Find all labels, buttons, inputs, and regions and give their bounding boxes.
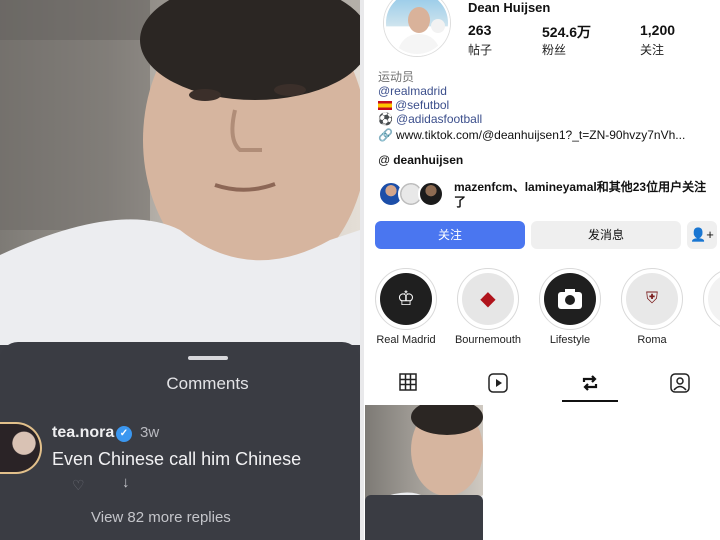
video-frame bbox=[0, 0, 360, 345]
link-icon: 🔗 bbox=[378, 128, 393, 142]
comment-text: Even Chinese call him Chinese bbox=[52, 449, 302, 469]
profile-avatar[interactable] bbox=[384, 0, 450, 56]
mutual-avatar bbox=[418, 181, 444, 207]
cherry-crest-icon: ◆ bbox=[462, 273, 514, 325]
following-count[interactable]: 1,200 bbox=[640, 22, 675, 38]
comments-sheet: Comments tea.nora ✓ 3w Even Chinese call… bbox=[0, 342, 360, 540]
soccer-ball-icon: ⚽ bbox=[378, 112, 393, 126]
bio-mention-sefutbol[interactable]: @sefutbol bbox=[378, 98, 449, 112]
threads-handle[interactable]: deanhuijsen bbox=[393, 153, 463, 167]
reposted-post-thumbnail[interactable] bbox=[365, 405, 483, 540]
message-button[interactable]: 发消息 bbox=[531, 221, 681, 249]
roma-crest-icon: ⛨ bbox=[626, 273, 678, 325]
repost-icon bbox=[582, 375, 598, 391]
plus-sign: + bbox=[706, 227, 714, 242]
comments-title: Comments bbox=[166, 374, 249, 393]
mention-text[interactable]: @realmadrid bbox=[378, 84, 447, 98]
mutual-followers-avatars[interactable] bbox=[378, 181, 448, 207]
highlight-more[interactable] bbox=[703, 268, 720, 330]
comment-time: 3w bbox=[140, 424, 160, 441]
highlight-label: Roma bbox=[637, 334, 667, 346]
profile-avatar-image bbox=[396, 7, 445, 54]
tab-reposts[interactable] bbox=[546, 370, 634, 400]
camera-icon bbox=[544, 273, 596, 325]
drag-handle[interactable] bbox=[188, 356, 228, 360]
play-icon bbox=[488, 373, 508, 393]
threads-link[interactable]: @ deanhuijsen bbox=[378, 153, 463, 167]
highlight-real-madrid[interactable]: ♔ bbox=[375, 268, 437, 330]
tab-tagged[interactable] bbox=[636, 370, 720, 400]
highlight-thumb bbox=[708, 273, 720, 325]
crown-crest-icon: ♔ bbox=[380, 273, 432, 325]
bio-mention-adidasfootball[interactable]: ⚽ @adidasfootball bbox=[378, 112, 482, 126]
threads-icon: @ bbox=[378, 153, 391, 167]
video-face-image bbox=[0, 0, 360, 345]
profile-name: Dean Huijsen bbox=[468, 0, 551, 15]
followers-count[interactable]: 524.6万 bbox=[542, 22, 591, 42]
highlight-label: Real Madrid bbox=[376, 334, 436, 346]
mention-text[interactable]: @adidasfootball bbox=[396, 112, 482, 126]
mention-text[interactable]: @sefutbol bbox=[395, 98, 449, 112]
comment-username[interactable]: tea.nora bbox=[52, 424, 114, 442]
spain-flag-icon bbox=[378, 101, 392, 111]
bio-mention-realmadrid[interactable]: @realmadrid bbox=[378, 84, 447, 98]
highlight-bournemouth[interactable]: ◆ bbox=[457, 268, 519, 330]
following-label: 关注 bbox=[640, 43, 665, 57]
tab-grid[interactable] bbox=[364, 370, 452, 400]
add-user-icon: 👤+ bbox=[690, 227, 714, 242]
followers-label: 粉丝 bbox=[542, 43, 567, 57]
posts-label: 帖子 bbox=[468, 43, 493, 57]
follow-button[interactable]: 关注 bbox=[375, 221, 525, 249]
active-tab-indicator bbox=[562, 400, 618, 402]
highlight-label: Lifestyle bbox=[549, 334, 591, 346]
highlight-lifestyle[interactable] bbox=[539, 268, 601, 330]
followed-by-text[interactable]: mazenfcm、lamineyamal和其他23位用户关注了 bbox=[454, 180, 716, 210]
profile-category: 运动员 bbox=[378, 70, 415, 84]
instagram-profile-screenshot: Dean Huijsen 263 帖子 524.6万 粉丝 1,200 关注 运… bbox=[364, 0, 720, 540]
tagged-person-icon bbox=[670, 373, 690, 393]
posts-count[interactable]: 263 bbox=[468, 22, 491, 38]
grid-icon bbox=[399, 373, 417, 391]
highlight-label: Bournemouth bbox=[454, 334, 522, 346]
like-icon[interactable]: ♡ bbox=[72, 477, 85, 494]
profile-link[interactable]: 🔗 www.tiktok.com/@deanhuijsen1?_t=ZN-90hv… bbox=[378, 128, 685, 142]
thumbnail-comments-overlay bbox=[365, 495, 483, 540]
add-user-button[interactable]: 👤+ bbox=[687, 221, 717, 249]
view-replies-link[interactable]: View 82 more replies bbox=[91, 509, 231, 526]
tab-reels[interactable] bbox=[454, 370, 542, 400]
commenter-avatar[interactable] bbox=[0, 422, 42, 474]
link-text[interactable]: www.tiktok.com/@deanhuijsen1?_t=ZN-90hvz… bbox=[396, 128, 685, 142]
down-arrow-icon[interactable]: ↓ bbox=[122, 474, 130, 491]
verified-badge-icon: ✓ bbox=[116, 426, 132, 442]
highlight-roma[interactable]: ⛨ bbox=[621, 268, 683, 330]
video-comments-screenshot: Comments tea.nora ✓ 3w Even Chinese call… bbox=[0, 0, 360, 540]
